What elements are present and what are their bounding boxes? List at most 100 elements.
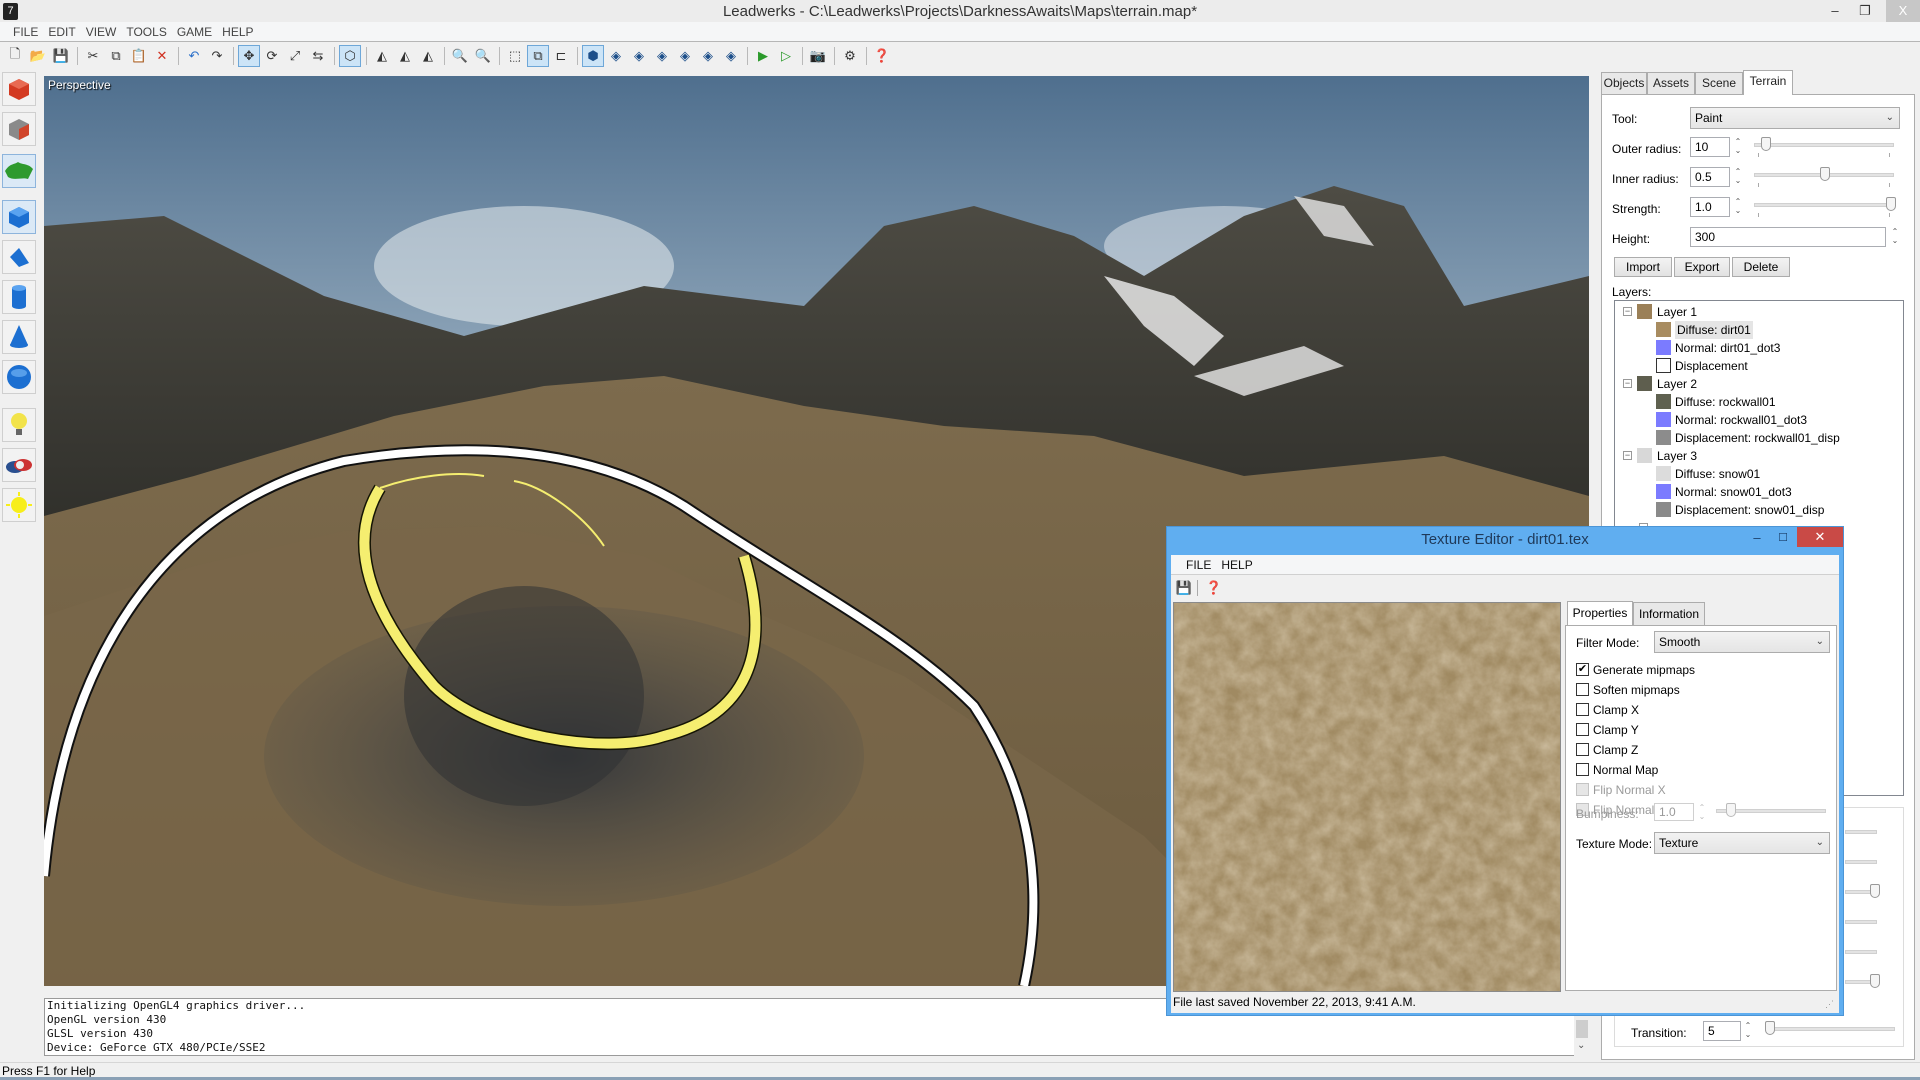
save-icon[interactable]: 💾: [1173, 577, 1195, 599]
scale-tool-icon[interactable]: ⤢: [284, 45, 306, 67]
texture-slot[interactable]: Displacement: rockwall01_disp: [1615, 429, 1903, 447]
texture-editor-close-button[interactable]: ✕: [1797, 527, 1843, 547]
resize-grip-icon[interactable]: ⋰: [1825, 999, 1835, 1009]
menu-game[interactable]: GAME: [172, 22, 217, 42]
align-right-icon[interactable]: ◭: [417, 45, 439, 67]
cut-icon[interactable]: ✂: [82, 45, 104, 67]
layout-icon[interactable]: ⊏: [550, 45, 572, 67]
red-box-brush-icon[interactable]: [2, 72, 36, 106]
align-left-icon[interactable]: ◭: [371, 45, 393, 67]
tab-terrain[interactable]: Terrain: [1743, 70, 1793, 95]
collapse-icon[interactable]: −: [1623, 307, 1632, 316]
checkbox-box[interactable]: [1576, 723, 1589, 736]
align-center-icon[interactable]: ◭: [394, 45, 416, 67]
bumpiness-input[interactable]: 1.0: [1654, 803, 1694, 821]
checkbox-generate-mipmaps[interactable]: ✔ Generate mipmaps: [1576, 662, 1776, 680]
collapse-icon[interactable]: −: [1623, 451, 1632, 460]
wedge-primitive-icon[interactable]: [2, 240, 36, 274]
view-left-icon[interactable]: ◈: [697, 45, 719, 67]
view-right-icon[interactable]: ◈: [720, 45, 742, 67]
texture-editor-titlebar[interactable]: Texture Editor - dirt01.tex – ☐ ✕: [1167, 527, 1843, 555]
texture-slot[interactable]: Normal: snow01_dot3: [1615, 483, 1903, 501]
layer-node[interactable]: − Layer 2: [1615, 375, 1903, 393]
tool-select[interactable]: Paint ⌄: [1690, 107, 1900, 129]
layer-setting-slider-thumb[interactable]: [1870, 884, 1880, 898]
strength-slider[interactable]: [1754, 203, 1894, 207]
cylinder-primitive-icon[interactable]: [2, 280, 36, 314]
strength-slider-thumb[interactable]: [1886, 197, 1896, 211]
inner-radius-spinner[interactable]: ⌃ ⌄: [1733, 167, 1743, 187]
point-light-icon[interactable]: [2, 408, 36, 442]
play-icon[interactable]: ▶: [752, 45, 774, 67]
height-input[interactable]: 300: [1690, 227, 1886, 247]
cone-primitive-icon[interactable]: [2, 320, 36, 354]
view-bottom-icon[interactable]: ◈: [628, 45, 650, 67]
layer-node[interactable]: − Layer 3: [1615, 447, 1903, 465]
swap-icon[interactable]: ⇆: [307, 45, 329, 67]
view-front-icon[interactable]: ◈: [651, 45, 673, 67]
transition-spinner[interactable]: ⌃ ⌄: [1743, 1021, 1753, 1041]
texture-editor-maximize-button[interactable]: ☐: [1771, 529, 1795, 549]
box-primitive-icon[interactable]: [2, 200, 36, 234]
tab-information[interactable]: Information: [1633, 602, 1705, 625]
export-button[interactable]: Export: [1674, 257, 1730, 277]
menu-edit[interactable]: EDIT: [43, 22, 80, 42]
layer-setting-slider-thumb[interactable]: [1870, 974, 1880, 988]
rotate-tool-icon[interactable]: ⟳: [261, 45, 283, 67]
texture-slot[interactable]: Displacement: [1615, 357, 1903, 375]
sphere-primitive-icon[interactable]: [2, 360, 36, 394]
checkbox-normal-map[interactable]: Normal Map: [1576, 762, 1776, 780]
te-menu-file[interactable]: FILE: [1181, 555, 1216, 575]
strength-input[interactable]: 1.0: [1690, 197, 1730, 217]
outer-radius-spinner[interactable]: ⌃ ⌄: [1733, 137, 1743, 157]
view-back-icon[interactable]: ◈: [674, 45, 696, 67]
tab-objects[interactable]: Objects: [1601, 72, 1647, 94]
camera-icon[interactable]: 📷: [807, 45, 829, 67]
te-menu-help[interactable]: HELP: [1216, 555, 1257, 575]
help-icon[interactable]: ❓: [1203, 577, 1225, 599]
checkbox-box[interactable]: [1576, 703, 1589, 716]
transition-input[interactable]: 5: [1703, 1021, 1741, 1041]
layer-setting-slider[interactable]: [1845, 860, 1877, 864]
delete-button[interactable]: Delete: [1732, 257, 1790, 277]
collapse-icon[interactable]: −: [1623, 379, 1632, 388]
checkbox-box[interactable]: [1576, 763, 1589, 776]
menu-file[interactable]: FILE: [8, 22, 43, 42]
checkbox-soften-mipmaps[interactable]: Soften mipmaps: [1576, 682, 1776, 700]
menu-help[interactable]: HELP: [217, 22, 258, 42]
menu-view[interactable]: VIEW: [81, 22, 122, 42]
scroll-down-icon[interactable]: ⌄: [1577, 1040, 1585, 1051]
strength-spinner[interactable]: ⌃ ⌄: [1733, 197, 1743, 217]
bumpiness-spinner[interactable]: ⌃ ⌄: [1697, 803, 1707, 823]
texture-slot[interactable]: Diffuse: dirt01: [1615, 321, 1903, 339]
inner-radius-slider-thumb[interactable]: [1820, 167, 1830, 181]
filter-mode-select[interactable]: Smooth ⌄: [1654, 631, 1830, 653]
snap-icon[interactable]: ⬡: [339, 45, 361, 67]
checkbox-box[interactable]: [1576, 683, 1589, 696]
texture-slot[interactable]: Displacement: snow01_disp: [1615, 501, 1903, 519]
open-folder-icon[interactable]: 📂: [27, 45, 49, 67]
save-icon[interactable]: 💾: [50, 45, 72, 67]
tab-assets[interactable]: Assets: [1647, 72, 1695, 94]
layer-setting-slider[interactable]: [1845, 830, 1877, 834]
layer-setting-slider[interactable]: [1845, 920, 1877, 924]
outer-radius-input[interactable]: 10: [1690, 137, 1730, 157]
checkbox-box[interactable]: ✔: [1576, 663, 1589, 676]
zoom-out-icon[interactable]: 🔍: [472, 45, 494, 67]
texture-slot[interactable]: Normal: dirt01_dot3: [1615, 339, 1903, 357]
texture-mode-select[interactable]: Texture ⌄: [1654, 832, 1830, 854]
texture-editor-minimize-button[interactable]: –: [1745, 529, 1769, 549]
layer-setting-slider[interactable]: [1845, 950, 1877, 954]
outer-radius-slider-thumb[interactable]: [1760, 137, 1771, 151]
redo-icon[interactable]: ↷: [206, 45, 228, 67]
tab-scene[interactable]: Scene: [1695, 72, 1743, 94]
spot-light-icon[interactable]: [2, 448, 36, 482]
transition-slider[interactable]: [1765, 1027, 1895, 1031]
tab-properties[interactable]: Properties: [1567, 601, 1633, 625]
delete-icon[interactable]: ✕: [151, 45, 173, 67]
minimize-button[interactable]: –: [1820, 0, 1850, 22]
help-icon[interactable]: ❓: [871, 45, 893, 67]
height-spinner[interactable]: ⌃ ⌄: [1890, 227, 1900, 247]
maximize-viewport-icon[interactable]: ⧉: [527, 45, 549, 67]
restore-button[interactable]: ❐: [1850, 0, 1880, 22]
